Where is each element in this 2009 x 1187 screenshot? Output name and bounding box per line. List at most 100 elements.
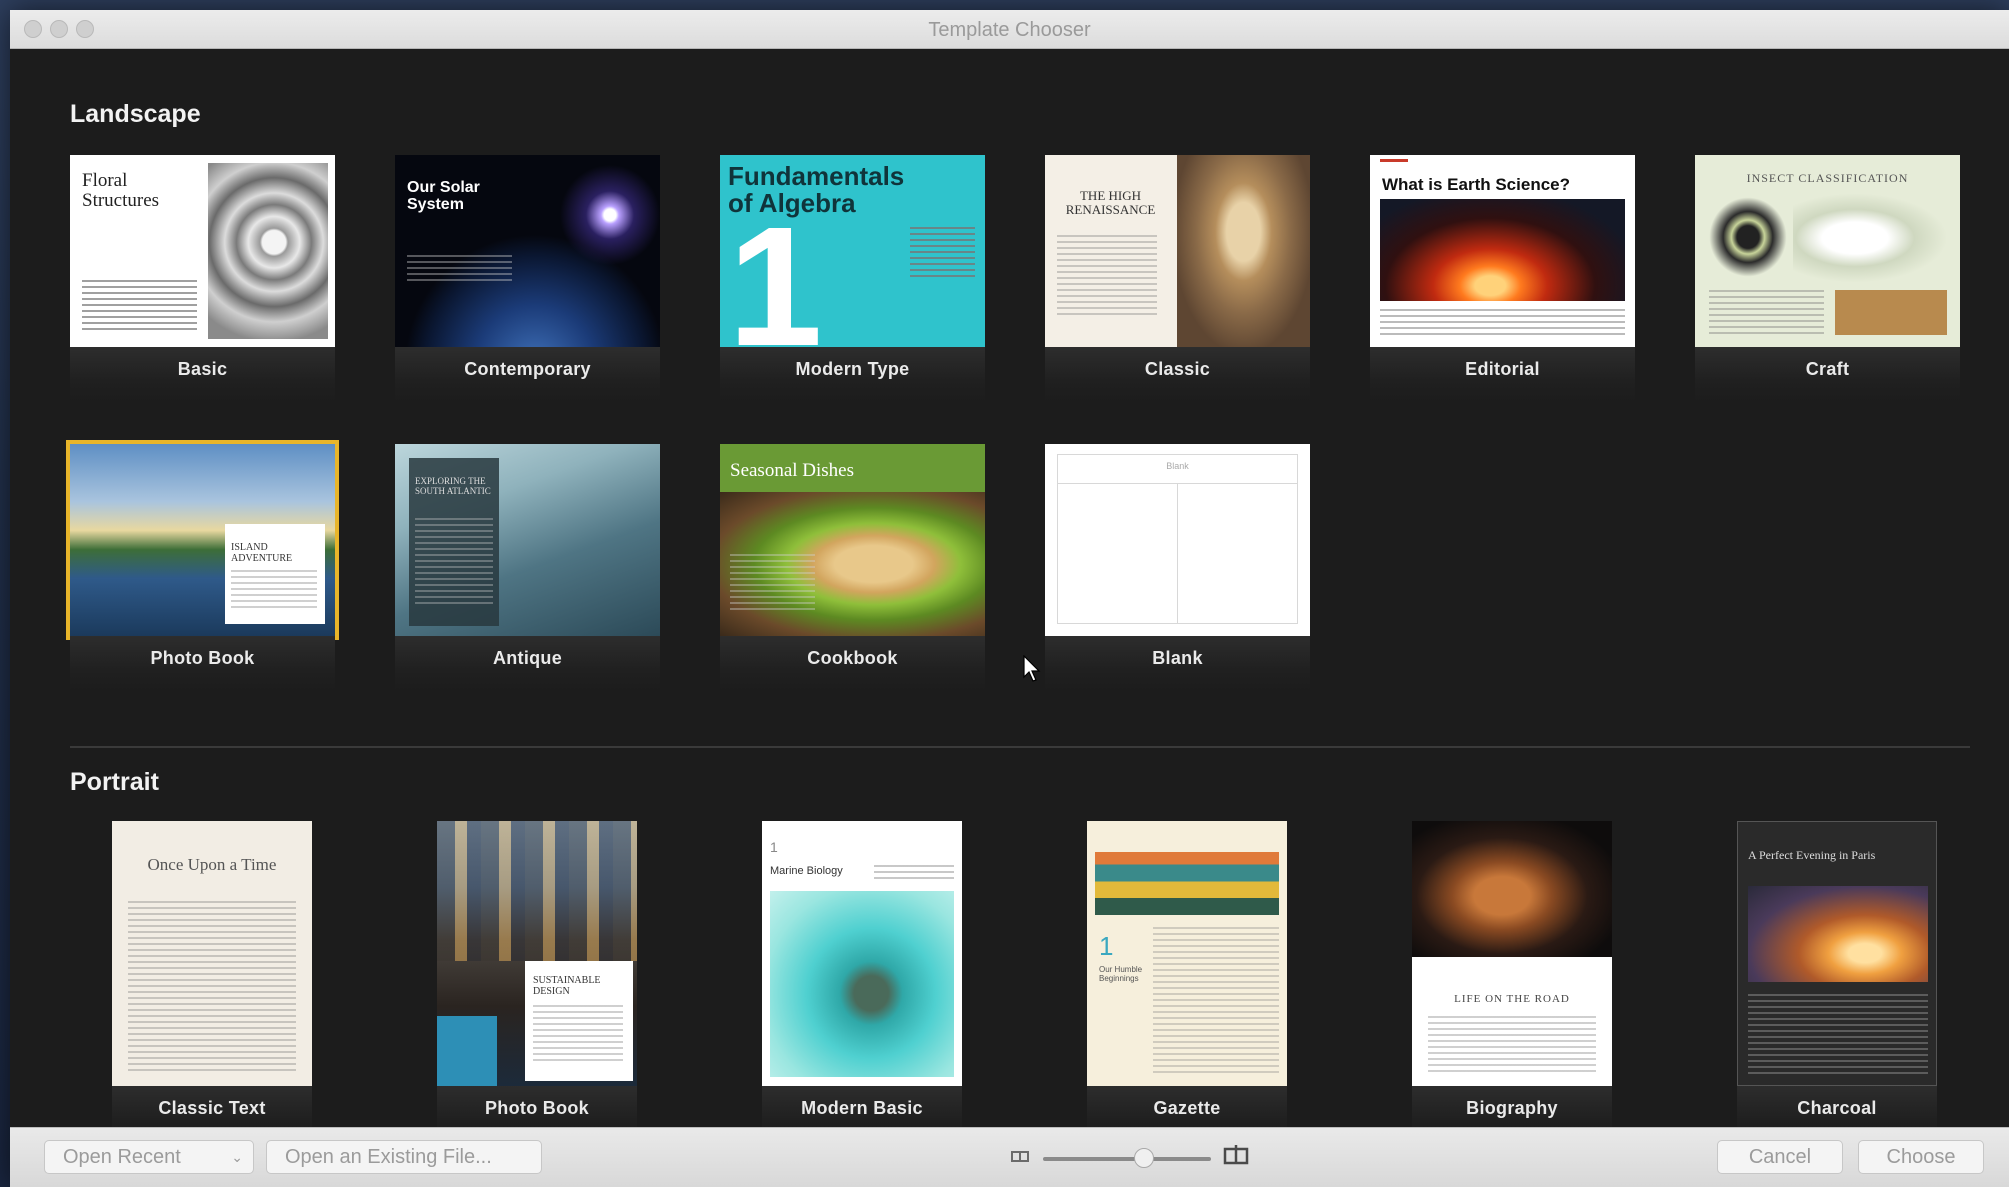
template-thumbnail: A Perfect Evening in Paris: [1737, 821, 1937, 1086]
template-thumbnail: SUSTAINABLE DESIGN: [437, 821, 637, 1086]
window-title: Template Chooser: [928, 19, 1091, 41]
body-text-lines: [1057, 235, 1157, 315]
title-bar: Template Chooser: [10, 10, 2009, 49]
template-thumbnail: INSECT CLASSIFICATION: [1695, 155, 1960, 347]
chapter-number: 1: [1099, 931, 1114, 961]
template-label: Photo Book: [485, 1098, 589, 1118]
volcano-photo: [1380, 199, 1625, 301]
body-text-lines: [1380, 309, 1625, 339]
template-gallery[interactable]: Landscape Floral Structures Basic Our So…: [10, 49, 2009, 1128]
fresco-photo: [1177, 155, 1310, 347]
template-label-bar: Basic: [70, 347, 335, 403]
template-label: Cookbook: [807, 648, 898, 668]
template-thumbnail: Blank: [1045, 444, 1310, 636]
template-label-bar: Gazette: [1087, 1086, 1287, 1128]
template-label: Gazette: [1153, 1098, 1221, 1118]
thumbnail-title: Our Humble Beginnings: [1099, 965, 1143, 983]
caption-panel: ISLAND ADVENTURE: [225, 524, 325, 624]
template-label-bar: Biography: [1412, 1086, 1612, 1128]
thumbnail-title: Marine Biology: [770, 865, 843, 877]
template-chooser-window: Template Chooser Landscape Floral Struct…: [10, 10, 2009, 1187]
thumbnail-title: LIFE ON THE ROAD: [1454, 993, 1570, 1005]
body-text-lines: [231, 570, 317, 610]
template-label-bar: Photo Book: [70, 636, 335, 692]
body-text-lines: [128, 901, 296, 1071]
template-label: Charcoal: [1797, 1098, 1877, 1118]
pool-photo: [437, 1016, 497, 1086]
template-thumbnail: What is Earth Science?: [1370, 155, 1635, 347]
open-recent-popup[interactable]: Open Recent ⌄: [44, 1140, 254, 1174]
thumbnail-title: What is Earth Science?: [1382, 175, 1570, 194]
template-thumbnail: 1 Our Humble Beginnings: [1087, 821, 1287, 1086]
village-illustration: [1095, 831, 1279, 915]
template-label-bar: Antique: [395, 636, 660, 692]
body-text-lines: [730, 554, 815, 614]
body-text-lines: [407, 255, 512, 285]
thumbnail-title: THE HIGH RENAISSANCE: [1065, 188, 1156, 217]
template-label-bar: Cookbook: [720, 636, 985, 692]
arc-de-triomphe-photo: [1748, 886, 1928, 982]
thumbnail-title: Floral Structures: [82, 170, 160, 211]
template-label: Modern Basic: [801, 1098, 923, 1118]
thumbnail-title: Blank: [1166, 461, 1189, 471]
text-panel: EXPLORING THE SOUTH ATLANTIC: [409, 458, 499, 626]
template-label: Blank: [1152, 648, 1203, 668]
chapter-number: 1: [728, 192, 823, 347]
caption-panel: SUSTAINABLE DESIGN: [525, 961, 633, 1081]
chapter-number: 1: [770, 839, 778, 855]
column-guide: [1177, 483, 1178, 623]
body-text-lines: [1748, 994, 1928, 1074]
mouse-pointer-icon: [1023, 655, 1041, 682]
choose-button[interactable]: Choose: [1858, 1140, 1984, 1174]
template-label-bar: Photo Book: [437, 1086, 637, 1128]
small-thumbnail-icon: [1011, 1151, 1029, 1162]
thumbnail-title: INSECT CLASSIFICATION: [1746, 171, 1909, 185]
body-text-lines: [533, 1005, 623, 1065]
template-thumbnail: 1 Marine Biology: [762, 821, 962, 1086]
accent-rule: [1380, 159, 1408, 162]
thumbnail-title: Once Upon a Time: [147, 855, 277, 874]
thumbnail-title: EXPLORING THE SOUTH ATLANTIC: [415, 476, 491, 496]
section-heading-landscape: Landscape: [70, 100, 201, 128]
thumbnail-title: Seasonal Dishes: [730, 460, 855, 481]
bottom-toolbar: Open Recent ⌄ Open an Existing File... C…: [10, 1127, 2009, 1187]
template-label-bar: Charcoal: [1737, 1086, 1937, 1128]
section-heading-portrait: Portrait: [70, 768, 159, 796]
chevron-down-icon: ⌄: [231, 1149, 243, 1165]
thumbnail-size-slider[interactable]: [1043, 1157, 1211, 1161]
template-thumbnail: Floral Structures: [70, 155, 335, 347]
template-label: Biography: [1466, 1098, 1558, 1118]
building-photo: [437, 821, 637, 961]
template-label: Classic: [1144, 359, 1211, 379]
thumbnail-title: Our Solar System: [407, 179, 480, 213]
template-label: Contemporary: [464, 359, 591, 379]
template-label: Modern Type: [795, 359, 910, 379]
body-text-lines: [415, 518, 493, 608]
body-text-lines: [1428, 1016, 1596, 1076]
template-label-bar: Modern Basic: [762, 1086, 962, 1128]
thumbnail-title: ISLAND ADVENTURE: [231, 542, 293, 564]
template-label-bar: Contemporary: [395, 347, 660, 403]
sample-photo: [1835, 290, 1947, 335]
open-existing-file-button[interactable]: Open an Existing File...: [266, 1140, 542, 1174]
template-label-bar: Craft: [1695, 347, 1960, 403]
template-thumbnail: LIFE ON THE ROAD: [1412, 821, 1612, 1086]
page-margin-guides: Blank: [1057, 454, 1298, 624]
template-label: Photo Book: [150, 648, 255, 668]
body-text-lines: [910, 227, 975, 277]
cancel-button[interactable]: Cancel: [1717, 1140, 1843, 1174]
template-thumbnail: ISLAND ADVENTURE: [66, 440, 339, 640]
body-text-lines: [82, 280, 197, 332]
template-thumbnail: EXPLORING THE SOUTH ATLANTIC: [395, 444, 660, 636]
template-label: Editorial: [1465, 359, 1540, 379]
template-thumbnail: THE HIGH RENAISSANCE: [1045, 155, 1310, 347]
butterfly-illustration: [1709, 197, 1787, 277]
template-thumbnail: Seasonal Dishes: [720, 444, 985, 636]
open-recent-label: Open Recent: [63, 1146, 181, 1168]
title-banner: Seasonal Dishes: [720, 444, 985, 492]
template-thumbnail: Once Upon a Time: [112, 821, 312, 1086]
section-divider: [70, 746, 1970, 748]
dahlia-photo: [208, 163, 328, 339]
template-thumbnail: Fundamentals of Algebra 1: [720, 155, 985, 347]
thumbnail-size-slider-knob[interactable]: [1133, 1148, 1154, 1168]
